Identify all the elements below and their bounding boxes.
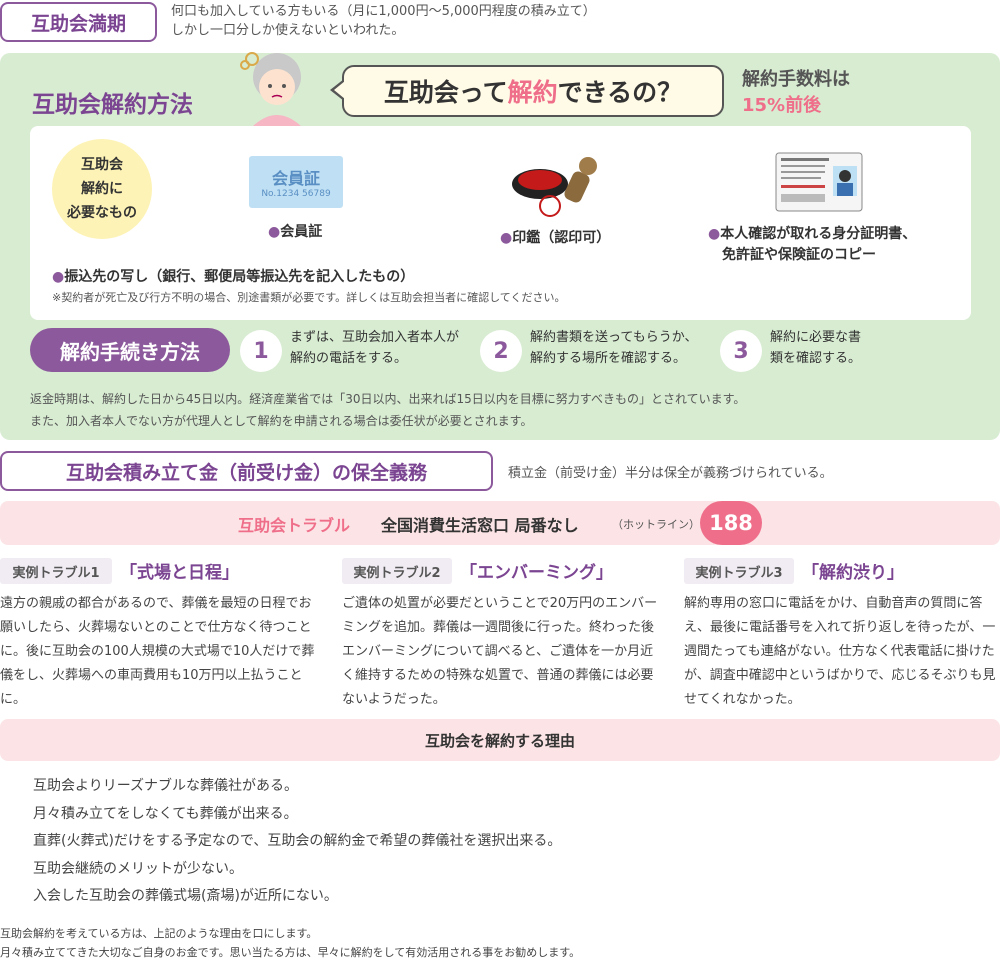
- reasons-list: 互助会よりリーズナブルな葬儀社がある。 月々積み立てをしなくても葬儀が出来る。 …: [33, 773, 561, 911]
- case-3-label: 実例トラブル3: [684, 558, 794, 584]
- seal-icon: [512, 157, 597, 217]
- hotline-label: （ホットライン）: [612, 518, 700, 531]
- item-member-card: ●会員証: [268, 221, 322, 241]
- maturity-line-1: 何口も加入している方もいる（月に1,000円〜5,000円程度の積み立て）: [171, 4, 596, 19]
- reason-item: 互助会継続のメリットが少ない。: [33, 860, 243, 877]
- case-2-body: ご遺体の処置が必要だということで20万円のエンバー ミングを追加。葬儀は一週間後…: [342, 592, 660, 712]
- step-1-line-1: まずは、互助会加入者本人が: [290, 330, 460, 345]
- procedure-title: 解約手続き方法: [30, 328, 230, 372]
- step-3-number: 3: [720, 330, 762, 372]
- section-tag-preservation: 互助会積み立て金（前受け金）の保全義務: [0, 451, 493, 491]
- case-1-line: 願いしたら、火葬場ないとのことで仕方なく待つこと: [0, 620, 312, 635]
- step-2-line-1: 解約書類を送ってもらうか、: [530, 330, 698, 345]
- need-line-1: 互助会: [81, 157, 123, 173]
- need-line-3: 必要なもの: [67, 205, 137, 221]
- required-items-note: ※契約者が死亡及び行方不明の場合、別途書類が必要です。詳しくは互助会担当者に確認…: [52, 291, 566, 304]
- required-items-badge: 互助会 解約に 必要なもの: [52, 139, 152, 239]
- case-1-line: 儀をし、火葬場への車両費用も10万円以上払うこと: [0, 668, 303, 683]
- footer-line-1: 互助会解約を考えている方は、上記のような理由を口にします。: [0, 927, 318, 940]
- member-card-number: No.1234 56789: [261, 189, 331, 199]
- maturity-line-2: しかし一口分しか使えないといわれた。: [171, 23, 405, 38]
- trouble-hotline-bar: 互助会トラブル 全国消費生活窓口 局番なし （ホットライン） 188: [0, 501, 1000, 545]
- worried-grandma-icon: [240, 52, 302, 127]
- reason-item: 互助会よりリーズナブルな葬儀社がある。: [33, 778, 299, 794]
- fee-value: 15%前後: [742, 95, 822, 116]
- id-card-icon: [775, 152, 863, 212]
- bullet-icon: ●: [500, 230, 513, 246]
- step-2-line-2: 解約する場所を確認する。: [530, 351, 687, 366]
- refund-note-line-1: 返金時期は、解約した日から45日以内。経済産業省では「30日以内、出来れば15日…: [30, 392, 746, 406]
- step-2-text: 解約書類を送ってもらうか、 解約する場所を確認する。: [530, 327, 697, 369]
- case-3-line: 週間たっても連絡がない。仕方なく代表電話に掛けた: [684, 644, 995, 659]
- refund-note: 返金時期は、解約した日から45日以内。経済産業省では「30日以内、出来れば15日…: [30, 388, 745, 432]
- item-id-proof: ●本人確認が取れる身分証明書、 免許証や保険証のコピー: [708, 224, 916, 266]
- bullet-icon: ●: [52, 269, 65, 285]
- bullet-icon: ●: [708, 226, 721, 242]
- maturity-description: 何口も加入している方もいる（月に1,000円〜5,000円程度の積み立て） しか…: [171, 2, 596, 40]
- cancel-method-panel: 互助会解約方法 互助会って 解約 できるの？ 解約手数料は 15%前後 互助会 解約…: [0, 52, 1000, 440]
- item-transfer-copy: ●振込先の写し（銀行、郵便局等振込先を記入したもの）: [52, 266, 414, 286]
- reason-item: 月々積み立てをしなくても葬儀が出来る。: [33, 805, 298, 822]
- case-2-line: ないようだった。: [342, 692, 446, 707]
- fee-label: 解約手数料は: [742, 69, 850, 90]
- reason-item: 直葬(火葬式)だけをする予定なので、互助会の解約金で希望の葬儀社を選択出来る。: [33, 833, 562, 849]
- item-id-line-1: 本人確認が取れる身分証明書、: [720, 226, 917, 242]
- item-id-line-2: 免許証や保険証のコピー: [722, 247, 876, 263]
- step-3-text: 解約に必要な書 類を確認する。: [770, 327, 861, 369]
- case-1-line: に。後に互助会の100人規模の大式場で10人だけで葬: [0, 644, 315, 659]
- need-line-2: 解約に: [81, 181, 123, 197]
- bullet-icon: ●: [268, 224, 281, 240]
- cancel-method-title: 互助会解約方法: [32, 92, 193, 118]
- item-member-card-label: 会員証: [280, 224, 323, 240]
- required-items-card: 互助会 解約に 必要なもの 会員証 No.1234 56789 ●会員証 ●印鑑…: [30, 126, 971, 320]
- bubble-text-post: できるの？: [557, 78, 683, 107]
- hotline-number: 188: [700, 501, 762, 545]
- case-3-title: 「解約渋り」: [802, 563, 904, 583]
- case-3-line: え、最後に電話番号を入れて折り返しを待ったが、一: [684, 620, 996, 635]
- member-card-title: 会員証: [271, 169, 320, 188]
- footer-line-2: 月々積み立ててきた大切なご自身のお金です。思い当たる方は、早々に解約をして有効活…: [0, 946, 581, 959]
- member-card-illustration: 会員証 No.1234 56789: [249, 156, 343, 208]
- case-3-body: 解約専用の窓口に電話をかけ、自動音声の質問に答 え、最後に電話番号を入れて折り返…: [684, 592, 1000, 712]
- preservation-description: 積立金（前受け金）半分は保全が義務づけられている。: [508, 466, 833, 481]
- step-3-line-2: 類を確認する。: [770, 351, 862, 366]
- case-3-line: せてくれなかった。: [684, 692, 801, 707]
- step-2-number: 2: [480, 330, 522, 372]
- case-1-line: に。: [0, 692, 27, 707]
- trouble-title: 互助会トラブル: [238, 516, 351, 535]
- step-1-number: 1: [240, 330, 282, 372]
- refund-note-line-2: また、加入者本人でない方が代理人として解約を申請される場合は委任状が必要とされま…: [30, 414, 533, 428]
- case-2-label: 実例トラブル2: [342, 558, 452, 584]
- bubble-tail-inner: [334, 81, 345, 99]
- case-2-line: ご遺体の処置が必要だということで20万円のエンバー: [342, 596, 658, 611]
- bubble-text-highlight: 解約: [507, 78, 558, 107]
- case-3-line: 解約専用の窓口に電話をかけ、自動音声の質問に答: [684, 596, 983, 611]
- reasons-title: 互助会を解約する理由: [0, 719, 1000, 761]
- item-seal-label: 印鑑（認印可）: [512, 230, 611, 246]
- case-2-line: ミングを追加。葬儀は一週間後に行った。終わった後: [342, 620, 655, 635]
- case-1-line: 遠方の親戚の都合があるので、葬儀を最短の日程でお: [0, 596, 312, 611]
- case-2-title: 「エンバーミング」: [460, 563, 613, 583]
- section-tag-maturity: 互助会満期: [0, 2, 157, 42]
- footer-text: 互助会解約を考えている方は、上記のような理由を口にします。 月々積み立ててきた大…: [0, 924, 580, 960]
- step-1-line-2: 解約の電話をする。: [290, 351, 408, 366]
- step-3-line-1: 解約に必要な書: [770, 330, 862, 345]
- case-1-label: 実例トラブル1: [0, 558, 112, 584]
- case-2-line: く維持するための特殊な処置で、普通の葬儀には必要: [342, 668, 654, 683]
- item-transfer-label: 振込先の写し（銀行、郵便局等振込先を記入したもの）: [64, 269, 415, 285]
- case-2-line: エンバーミングについて調べると、ご遺体を一か月近: [342, 644, 654, 659]
- case-1-body: 遠方の親戚の都合があるので、葬儀を最短の日程でお 願いしたら、火葬場ないとのこと…: [0, 592, 318, 712]
- speech-bubble: 互助会って 解約 できるの？: [342, 65, 724, 117]
- bubble-text-pre: 互助会って: [383, 78, 508, 107]
- step-1-text: まずは、互助会加入者本人が 解約の電話をする。: [290, 327, 459, 369]
- trouble-subtitle: 全国消費生活窓口 局番なし: [381, 516, 579, 535]
- case-3-line: が、調査中確認中というばかりで、応じるそぶりも見: [684, 668, 996, 683]
- case-1-title: 「式場と日程」: [120, 563, 239, 583]
- item-seal: ●印鑑（認印可）: [500, 227, 610, 247]
- reason-item: 入会した互助会の葬儀式場(斎場)が近所にない。: [33, 888, 338, 904]
